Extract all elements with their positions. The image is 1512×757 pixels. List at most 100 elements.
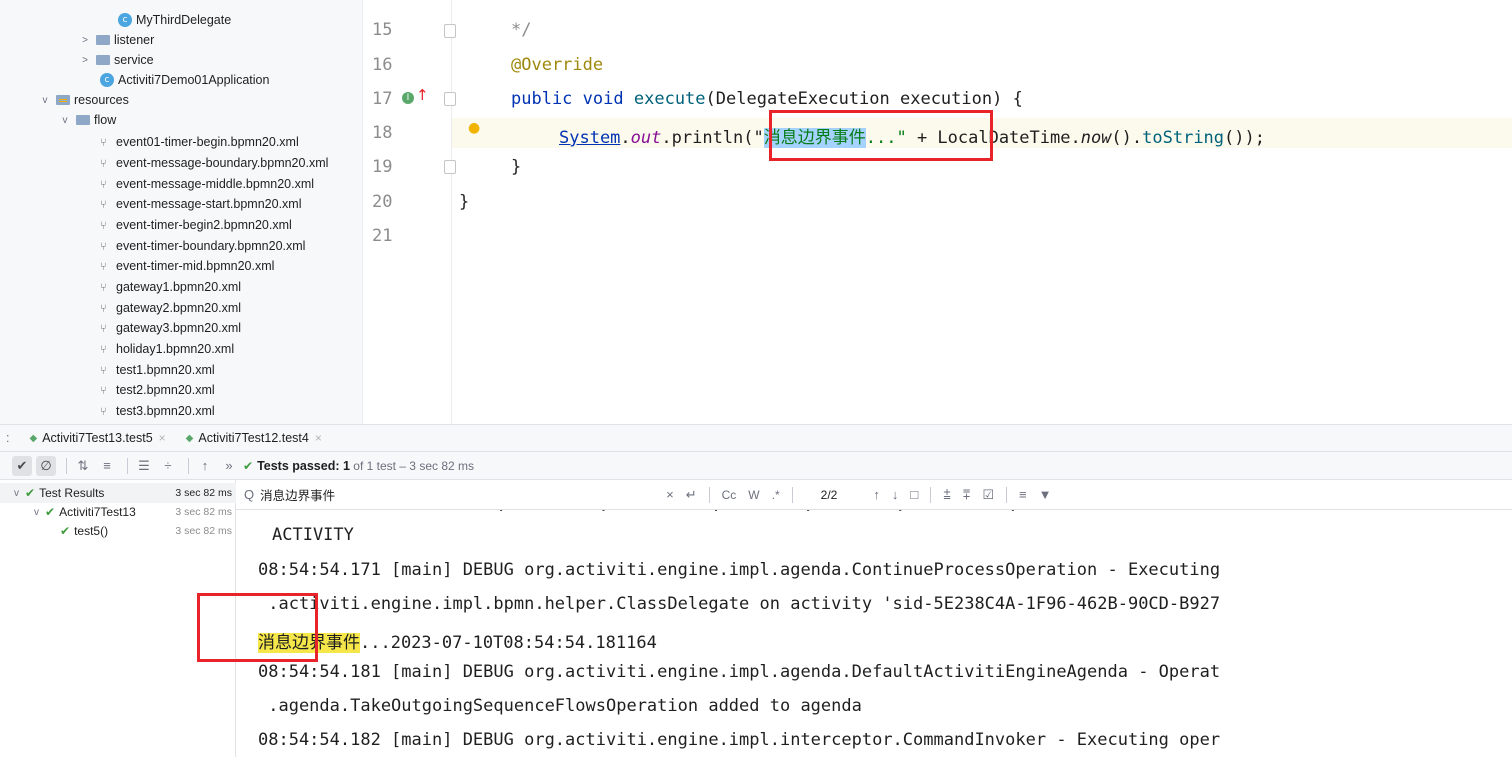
line-number: 17 — [372, 89, 393, 109]
tree-item-xml[interactable]: ⑂ gateway3.bpmn20.xml — [100, 318, 241, 338]
bpmn-file-icon: ⑂ — [100, 156, 107, 170]
toolbar-separator — [791, 486, 793, 503]
results-label: Test Results — [39, 486, 105, 500]
tab-label: Activiti7Test12.test4 — [198, 431, 309, 445]
class-icon: c — [118, 13, 132, 27]
sort-duration-icon[interactable]: ≡ — [97, 456, 117, 476]
out-field: out — [630, 128, 662, 148]
toggle-selection-icon[interactable]: ☑ — [982, 487, 994, 503]
fold-end-icon[interactable] — [444, 160, 456, 174]
folder-icon — [96, 35, 110, 45]
run-config-icon: ◆ — [29, 432, 38, 444]
select-all-occurrences-icon[interactable]: □ — [910, 487, 918, 502]
chevron-down-icon[interactable]: v — [14, 488, 19, 499]
tree-item-resources[interactable]: v resources — [38, 90, 129, 110]
results-class[interactable]: v ✔ Activiti7Test13 3 sec 82 ms — [0, 502, 236, 522]
run-tab-test4[interactable]: ◆ Activiti7Test12.test4 × — [186, 431, 322, 445]
clear-icon[interactable]: × — [666, 487, 674, 502]
tests-passed-label: Tests passed: 1 — [257, 458, 350, 473]
fold-start-icon[interactable] — [444, 92, 456, 106]
bpmn-file-icon: ⑂ — [100, 404, 107, 418]
line-number: 18 — [372, 123, 393, 143]
console-output[interactable]: . . . . . . ACTIVITY 08:54:54.171 [main]… — [236, 510, 1512, 757]
tree-item-xml[interactable]: ⑂ event01-timer-begin.bpmn20.xml — [100, 132, 299, 152]
folder-icon — [96, 55, 110, 65]
tree-item-listener[interactable]: > listener — [78, 30, 154, 50]
line-number: 19 — [372, 157, 393, 177]
override-arrow-icon[interactable]: ↑ — [416, 86, 429, 104]
chevron-right-icon[interactable]: > — [78, 35, 92, 46]
console-line-text: ...2023-07-10T08:54:54.181164 — [360, 633, 657, 653]
lightbulb-icon[interactable]: ● — [468, 120, 480, 136]
close-icon[interactable]: × — [159, 431, 166, 445]
search-input[interactable]: 消息边界事件 — [260, 485, 660, 504]
tree-item-xml[interactable]: ⑂ event-message-middle.bpmn20.xml — [100, 174, 314, 194]
tree-item-xml[interactable]: ⑂ test2.bpmn20.xml — [100, 380, 215, 400]
remove-occurrence-icon[interactable]: ⩱ — [963, 487, 971, 503]
search-icon[interactable]: Q — [244, 487, 254, 502]
show-passed-icon[interactable]: ✔ — [12, 455, 32, 476]
previous-match-icon[interactable]: ↑ — [873, 487, 880, 502]
tree-item-label: gateway2.bpmn20.xml — [116, 301, 242, 315]
tree-item-xml[interactable]: ⑂ event-timer-boundary.bpmn20.xml — [100, 236, 305, 256]
bpmn-file-icon: ⑂ — [100, 342, 107, 356]
code-line-17: public void execute(DelegateExecution ex… — [511, 89, 1023, 109]
fold-end-icon[interactable] — [444, 24, 456, 38]
code-editor[interactable] — [452, 0, 1512, 424]
filter-lines-icon[interactable]: ≡ — [1019, 487, 1027, 502]
match-case-toggle[interactable]: Cc — [722, 488, 737, 502]
toolbar-separator — [708, 486, 710, 503]
line-number: 21 — [372, 226, 393, 246]
tree-item-xml[interactable]: ⑂ test3.bpmn20.xml — [100, 401, 215, 421]
close-icon[interactable]: × — [315, 431, 322, 445]
filter-icon[interactable]: ▼ — [1039, 487, 1052, 502]
keyword-public: public — [511, 89, 573, 109]
chevron-down-icon[interactable]: v — [34, 507, 39, 518]
tree-item-xml[interactable]: ⑂ event-timer-mid.bpmn20.xml — [100, 256, 274, 276]
expand-all-icon[interactable]: ☰ — [134, 456, 154, 476]
chevron-right-icon[interactable]: > — [78, 55, 92, 66]
tree-item-label: event-timer-begin2.bpmn20.xml — [116, 218, 292, 232]
method-signature: (DelegateExecution execution) { — [705, 89, 1023, 109]
chevron-down-icon[interactable]: v — [38, 95, 52, 106]
tree-item-label: gateway1.bpmn20.xml — [116, 280, 242, 294]
next-match-icon[interactable]: ↓ — [892, 487, 899, 502]
tree-item-label: holiday1.bpmn20.xml — [116, 342, 235, 356]
console-line: .activiti.engine.impl.bpmn.helper.ClassD… — [258, 594, 1221, 614]
add-occurrence-icon[interactable]: ⩲ — [943, 487, 951, 503]
tree-item-mythirddelegate[interactable]: c MyThirdDelegate — [118, 10, 231, 30]
console-line: 08:54:54.171 [main] DEBUG org.activiti.e… — [258, 560, 1221, 580]
tree-item-service[interactable]: > service — [78, 50, 154, 70]
results-root[interactable]: v ✔ Test Results 3 sec 82 ms — [0, 483, 236, 503]
tree-item-xml[interactable]: ⑂ gateway2.bpmn20.xml — [100, 298, 241, 318]
whole-words-toggle[interactable]: W — [748, 488, 759, 502]
new-line-icon[interactable]: ↵ — [686, 487, 697, 503]
regex-toggle[interactable]: .* — [772, 488, 780, 502]
run-tab-test5[interactable]: ◆ Activiti7Test13.test5 × — [29, 431, 165, 445]
implements-method-icon[interactable]: I — [402, 92, 414, 104]
tree-item-flow[interactable]: v flow — [58, 110, 117, 130]
run-toolbar: ✔ ∅ ⇅ ≡ ☰ ÷ ↑ » ✔ Tests passed: 1 of 1 t… — [0, 452, 1512, 480]
sort-alpha-icon[interactable]: ⇅ — [73, 456, 93, 476]
show-ignored-icon[interactable]: ∅ — [36, 455, 56, 476]
more-actions-icon[interactable]: » — [219, 456, 239, 476]
results-method[interactable]: ✔ test5() 3 sec 82 ms — [0, 521, 236, 541]
bpmn-file-icon: ⑂ — [100, 383, 107, 397]
method-name: execute — [633, 89, 706, 109]
previous-test-icon[interactable]: ↑ — [195, 456, 215, 476]
chevron-down-icon[interactable]: v — [58, 115, 72, 126]
tree-item-xml[interactable]: ⑂ event-message-start.bpmn20.xml — [100, 194, 302, 214]
println-call: .println(" — [661, 128, 764, 148]
tostring-method: toString — [1142, 128, 1225, 148]
code-line-16: @Override — [511, 55, 603, 75]
tree-item-xml[interactable]: ⑂ test1.bpmn20.xml — [100, 360, 215, 380]
tree-item-xml[interactable]: ⑂ holiday1.bpmn20.xml — [100, 339, 234, 359]
closing-brace: } — [459, 192, 470, 212]
tree-item-xml[interactable]: ⑂ event-timer-begin2.bpmn20.xml — [100, 215, 292, 235]
tree-item-xml[interactable]: ⑂ event-message-boundary.bpmn20.xml — [100, 153, 328, 173]
collapse-all-icon[interactable]: ÷ — [158, 456, 178, 476]
tab-label: Activiti7Test13.test5 — [42, 431, 153, 445]
tree-item-xml[interactable]: ⑂ gateway1.bpmn20.xml — [100, 277, 241, 297]
tree-item-application[interactable]: c Activiti7Demo01Application — [100, 70, 269, 90]
pass-check-icon: ✔ — [60, 524, 71, 538]
